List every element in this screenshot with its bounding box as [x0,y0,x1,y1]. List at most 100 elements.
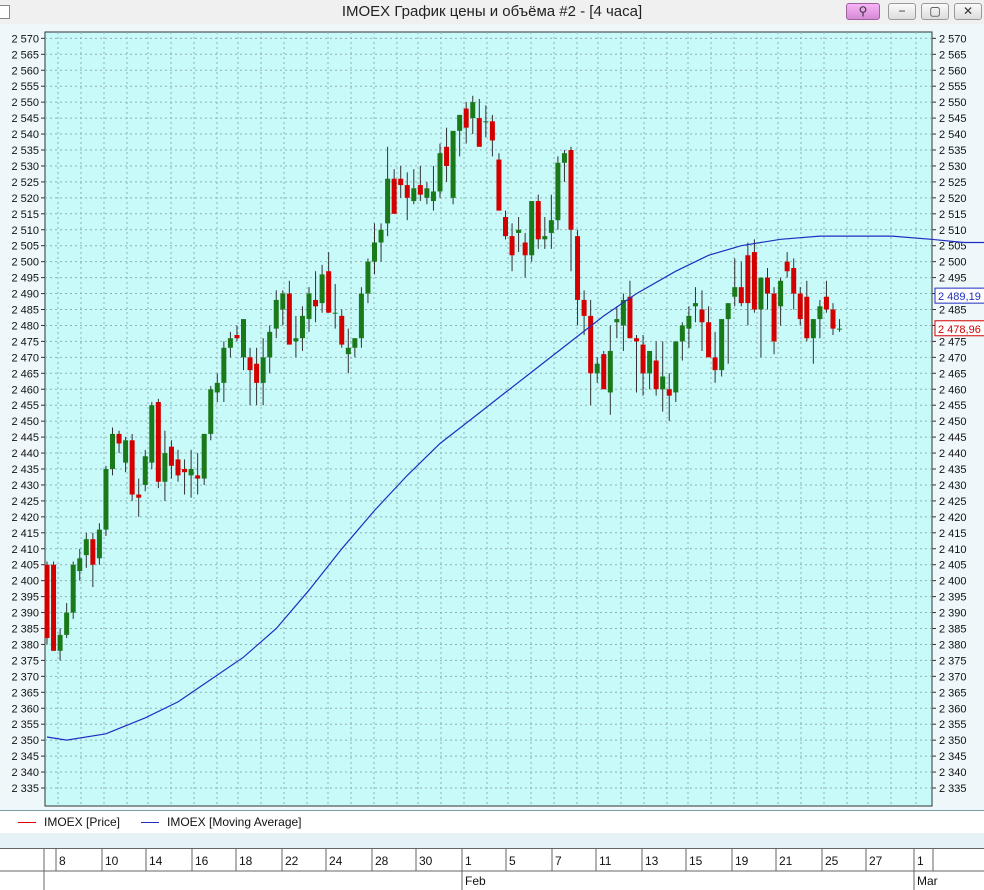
candle-body [470,102,476,119]
timebar-month-label: Feb [465,874,486,888]
candle-body [319,274,325,304]
maximize-icon: ▢ [929,4,941,18]
y-tick-label-right: 2 555 [939,81,967,93]
y-tick-label-right: 2 430 [939,480,967,492]
y-tick-label-right: 2 340 [939,767,967,779]
candle-body [424,188,430,198]
candle-body [640,344,646,374]
moving-average-legend-label: IMOEX [Moving Average] [167,815,302,829]
candle-body [129,440,135,495]
candle-body [70,564,76,613]
candle-body [110,433,115,469]
y-tick-label-right: 2 425 [939,496,967,508]
timebar-day-label: 11 [599,854,612,868]
y-tick-label-right: 2 485 [939,305,967,317]
y-tick-label-left: 2 410 [11,544,39,556]
candle-body [155,402,161,482]
link-button[interactable]: ⚲ [846,3,880,20]
moving-average-value-label: 2 489,19 [938,291,981,303]
y-tick-label-left: 2 515 [11,209,39,221]
candle-body [627,296,633,339]
minimize-button[interactable]: − [888,3,916,20]
timebar-day-label: 7 [555,854,562,868]
y-tick-label-left: 2 375 [11,655,39,667]
y-tick-label-right: 2 355 [939,719,967,731]
y-tick-label-right: 2 560 [939,65,967,77]
candle-body [149,405,155,463]
time-axis-bar[interactable]: 8 10 14 16 18 22 24 28 30 1 5 7 11 13 15 19 21 25 27 1Feb Ma… [0,848,984,890]
candle-body [607,350,613,393]
candle-body [810,319,816,339]
candle-body [247,357,253,371]
y-tick-label-left: 2 510 [11,225,39,237]
candle-body [201,433,207,479]
candle-body [234,335,240,339]
y-tick-label-right: 2 445 [939,432,967,444]
y-tick-label-left: 2 505 [11,241,39,253]
y-tick-label-right: 2 335 [939,783,967,795]
candle-body [57,634,63,651]
y-tick-label-left: 2 530 [11,161,39,173]
candle-body [581,299,587,316]
close-button[interactable]: ✕ [954,3,982,20]
y-tick-label-right: 2 570 [939,33,967,45]
candle-body [496,159,502,211]
y-tick-label-left: 2 450 [11,416,39,428]
candle-body [162,453,168,482]
y-tick-label-left: 2 480 [11,320,39,332]
y-tick-label-right: 2 395 [939,592,967,604]
price-legend-swatch [18,822,36,823]
candle-body [535,201,541,240]
timebar-day-label: 21 [779,854,793,868]
timebar-day-label: 28 [375,854,389,868]
timebar-day-label: 30 [419,854,433,868]
maximize-button[interactable]: ▢ [921,3,949,20]
y-tick-label-right: 2 420 [939,512,967,524]
candle-body [358,293,364,339]
window-title: IMOEX График цены и объёма #2 - [4 часа] [341,3,643,20]
candle-body [516,229,522,233]
timebar-day-label: 1 [917,854,924,868]
candle-body [647,350,653,374]
close-icon: ✕ [962,4,974,18]
y-tick-label-left: 2 445 [11,432,39,444]
y-tick-label-left: 2 500 [11,257,39,269]
y-tick-label-left: 2 540 [11,129,39,141]
timebar-day-label: 16 [195,854,209,868]
candle-body [561,153,567,163]
candle-body [332,312,338,314]
y-tick-label-right: 2 530 [939,161,967,173]
y-tick-label-left: 2 350 [11,735,39,747]
y-tick-label-right: 2 470 [939,352,967,364]
y-tick-label-right: 2 405 [939,560,967,572]
y-tick-label-left: 2 340 [11,767,39,779]
candle-body [555,162,561,221]
candle-body [299,315,305,339]
candle-body [457,114,463,131]
y-tick-label-left: 2 460 [11,384,39,396]
candle-body [116,433,122,444]
candle-body [745,255,751,304]
candle-body [391,178,397,214]
y-tick-label-left: 2 485 [11,305,39,317]
y-tick-label-right: 2 370 [939,671,967,683]
candle-body [254,363,260,383]
y-tick-label-left: 2 535 [11,145,39,157]
candle-body [286,293,292,345]
timebar-day-label: 8 [59,854,66,868]
price-chart[interactable]: 2 335 2 335 2 340 2 340 2 345 2 345 2 350 2 350… [0,24,984,810]
candle-body [411,188,417,202]
y-tick-label-right: 2 550 [939,97,967,109]
candle-body [444,146,450,166]
y-tick-label-right: 2 435 [939,464,967,476]
y-tick-label-left: 2 475 [11,336,39,348]
window-titlebar[interactable]: IMOEX График цены и объёма #2 - [4 часа]… [0,0,984,25]
price-legend-label: IMOEX [Price] [44,815,121,829]
y-tick-label-left: 2 395 [11,592,39,604]
timebar-month-label: Mar [917,874,938,888]
candle-body [188,469,194,476]
timebar-day-label: 25 [825,854,839,868]
chart-legend: IMOEX [Price] IMOEX [Moving Average] [0,810,984,833]
timebar-day-label: 13 [645,854,659,868]
candle-body [791,268,797,294]
